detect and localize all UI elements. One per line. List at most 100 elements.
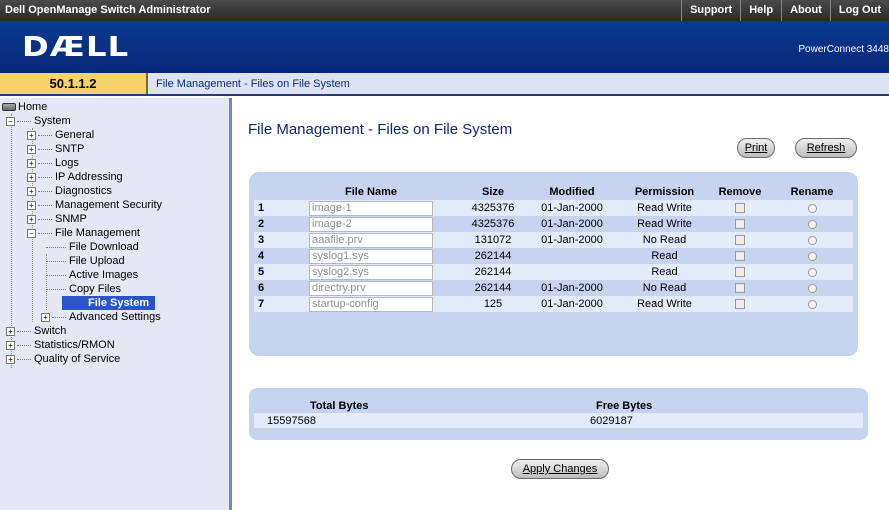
tree-item-file-management[interactable]: − File Management: [27, 226, 140, 240]
file-permission: Read Write: [620, 200, 709, 216]
apply-changes-button[interactable]: Apply Changes: [511, 459, 609, 479]
logout-link[interactable]: Log Out: [829, 0, 889, 21]
expand-icon: +: [6, 340, 15, 350]
file-name-field[interactable]: [309, 280, 433, 296]
table-row: 3 131072 01-Jan-2000 No Read: [254, 232, 853, 248]
file-modified: 01-Jan-2000: [524, 232, 620, 248]
file-permission: Read: [620, 264, 709, 280]
tree-item-management-security[interactable]: + Management Security: [27, 198, 162, 212]
file-modified: 01-Jan-2000: [541, 218, 603, 230]
app-title: Dell OpenManage Switch Administrator: [5, 4, 211, 16]
file-name-field[interactable]: [309, 264, 433, 280]
expand-icon: +: [27, 130, 36, 140]
file-modified: [524, 248, 620, 264]
tree-item-switch[interactable]: + Switch: [6, 324, 66, 338]
page-title: File Management - Files on File System: [248, 121, 513, 138]
collapse-icon: −: [6, 116, 15, 126]
tree-item-ip-addressing[interactable]: + IP Addressing: [27, 170, 123, 184]
tree-item-file-system[interactable]: File System: [62, 296, 156, 310]
expand-icon: +: [27, 158, 36, 168]
file-permission: No Read: [642, 282, 687, 294]
rename-radio[interactable]: [807, 299, 817, 309]
rename-radio[interactable]: [807, 235, 817, 245]
tree-label: File Upload: [69, 255, 125, 267]
tree-item-system[interactable]: − System: [6, 114, 71, 128]
support-link[interactable]: Support: [681, 0, 740, 21]
remove-checkbox[interactable]: [735, 251, 745, 262]
tree-label: Statistics/RMON: [34, 339, 115, 351]
tree-item-general[interactable]: + General: [27, 128, 94, 142]
file-name-field[interactable]: [309, 248, 433, 264]
tree-label: Home: [18, 101, 48, 113]
tree-item-sntp[interactable]: + SNTP: [27, 142, 84, 156]
expand-icon: +: [27, 186, 36, 196]
file-size: 125: [462, 296, 524, 312]
file-name-field[interactable]: [309, 200, 433, 216]
remove-checkbox[interactable]: [735, 235, 745, 246]
file-modified: 01-Jan-2000: [541, 282, 603, 294]
tree-item-advanced-settings[interactable]: + Advanced Settings: [41, 310, 161, 324]
total-bytes-label: Total Bytes: [310, 399, 369, 412]
remove-checkbox[interactable]: [735, 267, 745, 278]
row-number: 5: [254, 264, 280, 280]
remove-checkbox[interactable]: [735, 283, 745, 294]
top-bar: Dell OpenManage Switch Administrator Sup…: [0, 0, 889, 21]
tree-item-file-upload[interactable]: File Upload: [46, 254, 125, 268]
column-header: [254, 184, 280, 200]
collapse-icon: −: [27, 228, 36, 238]
file-size: 262144: [474, 282, 512, 294]
table-row: 6 262144 01-Jan-2000 No Read: [254, 280, 853, 296]
file-name-field[interactable]: [309, 216, 433, 232]
refresh-button[interactable]: Refresh: [795, 138, 857, 158]
remove-checkbox[interactable]: [735, 299, 745, 310]
row-number: 4: [258, 250, 265, 262]
tree-item-quality-of-service[interactable]: + Quality of Service: [6, 352, 120, 366]
expand-icon: +: [6, 326, 15, 336]
remove-checkbox[interactable]: [735, 203, 745, 214]
tree-item-snmp[interactable]: + SNMP: [27, 212, 87, 226]
drive-icon: [2, 103, 16, 112]
rename-radio[interactable]: [807, 203, 817, 213]
expand-icon: +: [27, 214, 36, 224]
rename-radio[interactable]: [807, 267, 817, 277]
about-link[interactable]: About: [781, 0, 830, 21]
file-size: 4325376: [462, 200, 524, 216]
column-header: Size: [481, 186, 504, 198]
tree-label: Switch: [34, 325, 67, 337]
navigation-tree: Home − System + General + SNTP + Logs + IP Ad…: [0, 98, 232, 510]
table-row: 7 125 01-Jan-2000 Read Write: [254, 296, 853, 312]
rename-radio[interactable]: [807, 283, 817, 293]
row-number: 3: [254, 232, 280, 248]
print-button[interactable]: Print: [737, 138, 775, 158]
table-row: 1 4325376 01-Jan-2000 Read Write: [254, 200, 853, 216]
column-header: Modified: [549, 186, 595, 198]
tree-label: Copy Files: [69, 283, 121, 295]
tree-item-home[interactable]: Home: [2, 100, 47, 114]
tree-label: IP Addressing: [55, 171, 123, 183]
help-link[interactable]: Help: [740, 0, 781, 21]
tree-item-active-images[interactable]: Active Images: [46, 268, 138, 282]
tree-item-file-download[interactable]: File Download: [46, 240, 139, 254]
tree-item-diagnostics[interactable]: + Diagnostics: [27, 184, 112, 198]
file-modified: [524, 264, 620, 280]
remove-checkbox[interactable]: [735, 219, 745, 230]
dell-logo: DÆLL: [22, 30, 130, 63]
file-name-field[interactable]: [309, 296, 433, 312]
tree-label: Diagnostics: [55, 185, 112, 197]
free-bytes-value: 6029187: [590, 413, 863, 428]
file-size: 4325376: [471, 218, 515, 230]
tree-label: Quality of Service: [34, 353, 121, 365]
tree-item-copy-files[interactable]: Copy Files: [46, 282, 121, 296]
rename-radio[interactable]: [807, 219, 817, 229]
top-nav: Support Help About Log Out: [681, 0, 889, 21]
tree-item-logs[interactable]: + Logs: [27, 156, 79, 170]
free-bytes-label: Free Bytes: [596, 399, 653, 412]
expand-icon: +: [6, 354, 15, 364]
tree-label: SNMP: [55, 213, 87, 225]
rename-radio[interactable]: [807, 251, 817, 261]
tree-item-statistics-rmon[interactable]: + Statistics/RMON: [6, 338, 115, 352]
file-permission: Read: [651, 250, 678, 262]
column-header: Remove: [718, 186, 762, 198]
file-name-field[interactable]: [309, 232, 433, 248]
main-content: File Management - Files on File System P…: [235, 98, 889, 510]
